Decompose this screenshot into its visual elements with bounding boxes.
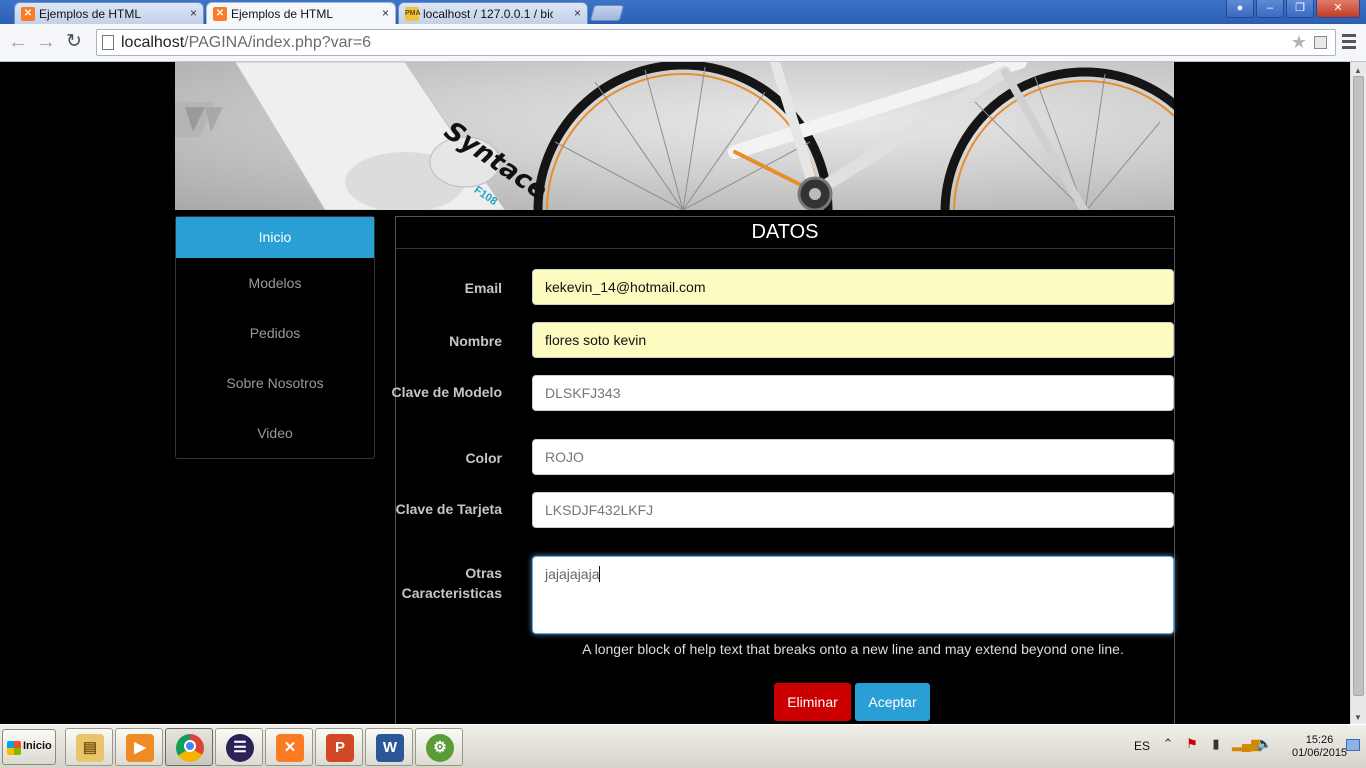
taskbar-eclipse[interactable]: ☰ [215,728,263,766]
tab-title: localhost / 127.0.0.1 / bicicl [423,7,553,21]
taskbar-android-studio[interactable]: ⚙ [415,728,463,766]
start-button[interactable]: Inicio [2,729,56,765]
media-player-icon: ▶ [126,734,154,762]
back-icon[interactable]: ← [8,32,28,52]
browser-toolbar: ← → ↻ localhost/PAGINA/index.php?var=6 ★ [0,24,1366,62]
text-caret [599,566,601,582]
tab-phpmyadmin[interactable]: PMA localhost / 127.0.0.1 / bicicl × [398,2,588,24]
tab-title: Ejemplos de HTML [39,7,142,21]
system-clock[interactable]: 15:26 01/06/2015 [1292,734,1347,760]
nombre-label: Nombre [449,333,502,349]
window-controls: ● – ❐ ✕ [1224,0,1360,18]
battery-icon[interactable]: ▮ [1208,736,1224,752]
otras-textarea[interactable]: jajajajaja [532,556,1174,634]
xampp-icon: ✕ [213,7,227,21]
page-action-icon[interactable] [1314,36,1327,49]
clave-modelo-field[interactable]: DLSKFJ343 [532,375,1174,411]
xampp-icon: ✕ [21,7,35,21]
user-profile-icon[interactable]: ● [1226,0,1254,18]
tab-ejemplos-2[interactable]: ✕ Ejemplos de HTML × [206,2,396,24]
reload-icon[interactable]: ↻ [66,32,82,52]
close-tab-icon[interactable]: × [190,6,197,20]
header-banner: Syntace F108 [175,62,1174,210]
color-field[interactable]: ROJO [532,439,1174,475]
sidebar-item-inicio[interactable]: Inicio [176,217,374,258]
taskbar-xampp[interactable]: ✕ [265,728,313,766]
tab-title: Ejemplos de HTML [231,7,334,21]
scrollbar-thumb[interactable] [1353,76,1364,696]
word-icon: W [376,734,404,762]
sidebar-item-sobre-nosotros[interactable]: Sobre Nosotros [176,358,374,408]
taskbar-file-explorer[interactable]: ▤ [65,728,113,766]
sidebar-item-pedidos[interactable]: Pedidos [176,308,374,358]
browser-tab-strip: ✕ Ejemplos de HTML × ✕ Ejemplos de HTML … [0,0,1366,24]
scroll-down-icon[interactable]: ▼ [1354,713,1362,722]
clave-modelo-label: Clave de Modelo [391,384,502,400]
email-field[interactable]: kekevin_14@hotmail.com [532,269,1174,305]
clock-date: 01/06/2015 [1292,747,1348,759]
bicycle-illustration [175,62,1174,210]
forward-icon[interactable]: → [36,32,56,52]
network-signal-icon[interactable]: ▂▄▆ [1232,736,1261,752]
start-label: Inicio [23,740,52,752]
aceptar-button[interactable]: Aceptar [855,683,930,721]
windows-taskbar: Inicio ▤ ▶ ☰ ✕ P W ⚙ ES ⌃ ⚑ ▮ ▂▄▆ 🔈 15:2… [0,724,1366,768]
email-label: Email [464,280,502,296]
help-text: A longer block of help text that breaks … [582,641,1124,657]
clock-time: 15:26 [1305,734,1334,746]
bookmark-star-icon[interactable]: ★ [1291,32,1307,53]
scroll-up-icon[interactable]: ▲ [1354,66,1362,75]
phpmyadmin-icon: PMA [405,7,421,21]
taskbar-media-player[interactable]: ▶ [115,728,163,766]
chrome-icon [176,734,204,762]
volume-icon[interactable]: 🔈 [1256,736,1272,752]
language-indicator[interactable]: ES [1134,739,1150,753]
windows-logo-icon [7,741,21,755]
taskbar-powerpoint[interactable]: P [315,728,363,766]
sidebar-item-video[interactable]: Video [176,408,374,458]
eclipse-icon: ☰ [226,734,254,762]
taskbar-chrome[interactable] [165,728,213,766]
show-desktop-icon[interactable] [1346,739,1360,751]
close-tab-icon[interactable]: × [382,6,389,20]
address-bar[interactable]: localhost/PAGINA/index.php?var=6 ★ [96,29,1336,56]
close-tab-icon[interactable]: × [574,6,581,20]
taskbar-word[interactable]: W [365,728,413,766]
nombre-field[interactable]: flores soto kevin [532,322,1174,358]
file-explorer-icon: ▤ [76,734,104,762]
datos-panel: DATOS Email kekevin_14@hotmail.com Nombr… [392,216,1175,736]
tab-ejemplos-1[interactable]: ✕ Ejemplos de HTML × [14,2,204,24]
menu-icon[interactable] [1342,34,1356,52]
page-icon [102,35,114,50]
new-tab-button[interactable] [589,5,625,21]
close-window-icon[interactable]: ✕ [1316,0,1360,18]
clave-tarjeta-field[interactable]: LKSDJF432LKFJ [532,492,1174,528]
sidebar-nav: Inicio Modelos Pedidos Sobre Nosotros Vi… [175,216,375,459]
restore-icon[interactable]: ❐ [1286,0,1314,18]
android-studio-icon: ⚙ [426,734,454,762]
xampp-icon: ✕ [276,734,304,762]
minimize-icon[interactable]: – [1256,0,1284,18]
action-center-icon[interactable]: ⚑ [1184,736,1200,752]
panel-title: DATOS [396,217,1174,249]
sidebar-item-modelos[interactable]: Modelos [176,258,374,308]
color-label: Color [465,450,502,466]
show-hidden-icons-icon[interactable]: ⌃ [1160,736,1176,752]
system-tray: ⌃ ⚑ ▮ ▂▄▆ 🔈 [1160,736,1273,752]
eliminar-button[interactable]: Eliminar [774,683,851,721]
powerpoint-icon: P [326,734,354,762]
page-scrollbar[interactable]: ▲ ▼ [1350,62,1366,724]
url-text: localhost/PAGINA/index.php?var=6 [121,34,372,51]
otras-label: Otras Caracteristicas [401,565,502,601]
clave-tarjeta-label: Clave de Tarjeta [395,501,502,517]
